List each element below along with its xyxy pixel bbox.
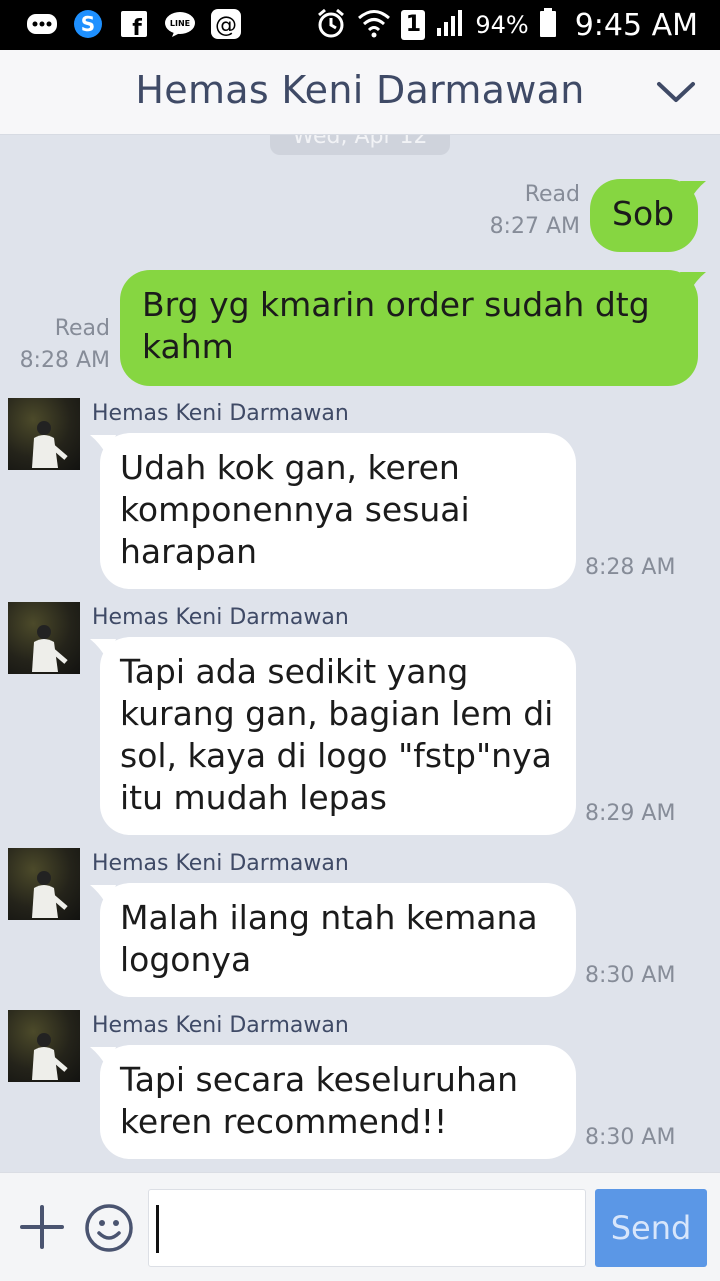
bubble-tail	[90, 1047, 116, 1069]
read-receipt: Read	[54, 316, 110, 341]
chat-title[interactable]: Hemas Keni Darmawan	[0, 68, 720, 112]
bubble-tail	[680, 181, 706, 203]
sim-slot-number: 1	[405, 12, 421, 37]
text-cursor	[156, 1205, 159, 1253]
chat-area[interactable]: Wed, Apr 12 Read 8:27 AM Sob Read 8:28 A…	[0, 135, 720, 1172]
status-bar: S f LINE @ 1 94% 9:45 AM	[0, 0, 720, 50]
contact-avatar[interactable]	[8, 1010, 80, 1082]
incoming-message-bubble[interactable]: Tapi secara keseluruhan keren recommend!…	[90, 1045, 576, 1159]
incoming-message-bubble[interactable]: Malah ilang ntah kemana logonya	[90, 883, 576, 997]
signal-icon	[435, 8, 465, 42]
message-text: Malah ilang ntah kemana logonya	[120, 898, 538, 979]
sender-name: Hemas Keni Darmawan	[92, 605, 349, 630]
message-input[interactable]	[148, 1189, 586, 1267]
emoji-button[interactable]	[84, 1203, 134, 1253]
bubble-tail	[680, 272, 706, 294]
sender-name: Hemas Keni Darmawan	[92, 851, 349, 876]
message-meta: Read 8:27 AM	[440, 179, 580, 243]
message-time: 8:28 AM	[19, 348, 110, 373]
chat-header: Hemas Keni Darmawan	[0, 50, 720, 135]
send-button[interactable]: Send	[595, 1189, 707, 1267]
battery-icon	[539, 8, 557, 42]
plus-icon	[20, 1205, 64, 1249]
svg-text:S: S	[81, 12, 95, 36]
person-silhouette-icon	[32, 1033, 68, 1080]
message-time: 8:27 AM	[489, 214, 580, 239]
sender-name: Hemas Keni Darmawan	[92, 401, 349, 426]
smiley-icon	[85, 1204, 133, 1252]
person-silhouette-icon	[32, 871, 68, 918]
message-time: 8:30 AM	[585, 963, 676, 988]
messages-notification-icon	[26, 8, 58, 40]
alarm-icon	[315, 7, 347, 43]
battery-percent: 94%	[475, 11, 529, 39]
contact-avatar[interactable]	[8, 398, 80, 470]
person-silhouette-icon	[32, 625, 68, 672]
facebook-notification-icon: f	[118, 8, 150, 40]
contact-avatar[interactable]	[8, 602, 80, 674]
incoming-message-bubble[interactable]: Udah kok gan, keren komponennya sesuai h…	[90, 433, 576, 589]
sender-name: Hemas Keni Darmawan	[92, 1013, 349, 1038]
read-receipt: Read	[524, 182, 580, 207]
line-notification-icon: LINE	[164, 8, 196, 40]
bubble-tail	[90, 639, 116, 661]
date-separator: Wed, Apr 12	[270, 135, 450, 155]
message-input-bar: Send	[0, 1172, 720, 1281]
bubble-tail	[90, 885, 116, 907]
message-text: Tapi secara keseluruhan keren recommend!…	[120, 1060, 519, 1141]
message-time: 8:29 AM	[585, 801, 676, 826]
sim-slot-icon: 1	[401, 10, 426, 40]
contact-avatar[interactable]	[8, 848, 80, 920]
message-text: Sob	[612, 194, 675, 233]
wifi-icon	[357, 8, 391, 42]
svg-text:f: f	[132, 16, 142, 38]
add-attachment-button[interactable]	[20, 1205, 64, 1249]
message-text: Udah kok gan, keren komponennya sesuai h…	[120, 448, 470, 571]
svg-text:@: @	[215, 13, 237, 38]
skype-notification-icon: S	[72, 8, 104, 40]
svg-text:LINE: LINE	[170, 19, 190, 28]
clock: 9:45 AM	[574, 7, 698, 43]
message-text: Tapi ada sedikit yang kurang gan, bagian…	[120, 652, 554, 817]
chevron-down-icon[interactable]	[656, 76, 696, 108]
message-meta: Read 8:28 AM	[0, 313, 110, 377]
message-text: Brg yg kmarin order sudah dtg kahm	[142, 285, 650, 366]
message-time: 8:28 AM	[585, 555, 676, 580]
incoming-message-bubble[interactable]: Tapi ada sedikit yang kurang gan, bagian…	[90, 637, 576, 835]
person-silhouette-icon	[32, 421, 68, 468]
email-notification-icon: @	[210, 8, 242, 40]
outgoing-message-bubble[interactable]: Brg yg kmarin order sudah dtg kahm	[120, 270, 706, 386]
outgoing-message-bubble[interactable]: Sob	[590, 179, 706, 252]
bubble-tail	[90, 435, 116, 457]
message-time: 8:30 AM	[585, 1125, 676, 1150]
